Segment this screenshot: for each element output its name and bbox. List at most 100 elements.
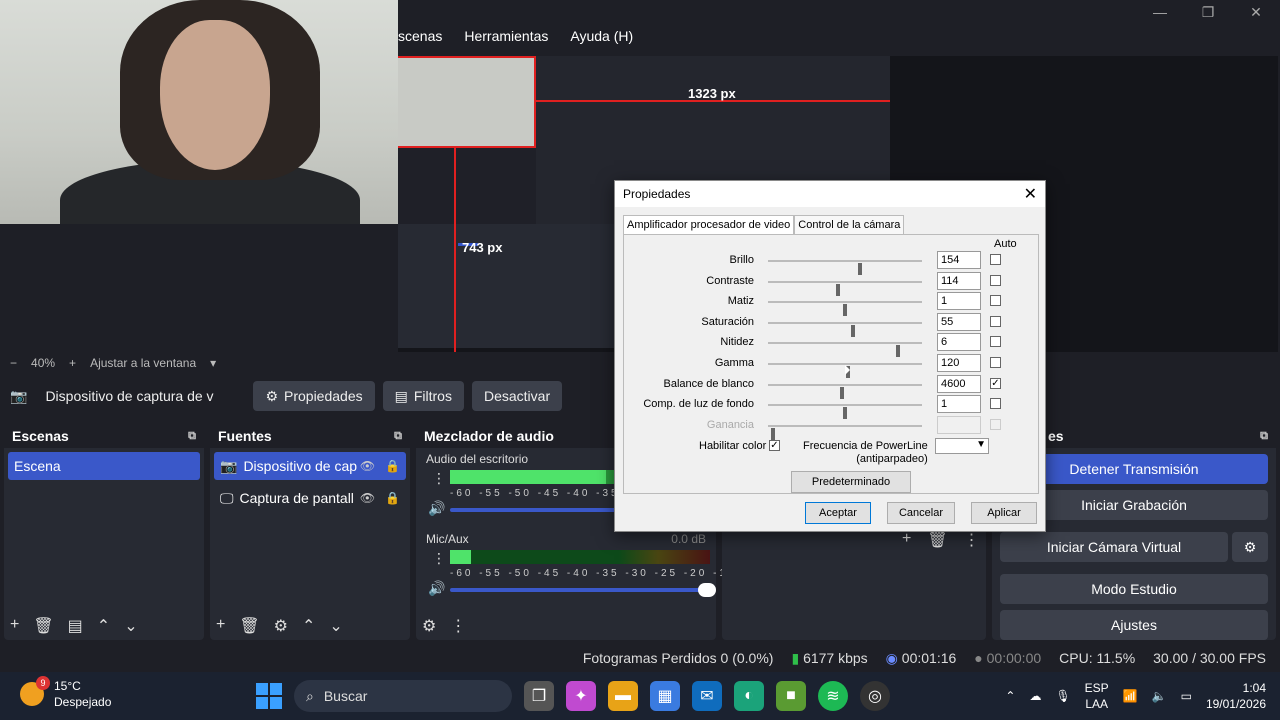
eye-icon[interactable]: 👁 bbox=[360, 491, 375, 505]
microphone-icon[interactable]: 🎙 bbox=[1055, 689, 1070, 703]
auto-checkbox[interactable] bbox=[990, 254, 1001, 265]
zoom-in-button[interactable]: + bbox=[69, 356, 76, 370]
volume-knob[interactable] bbox=[698, 583, 716, 597]
ok-button[interactable]: Aceptar bbox=[805, 502, 871, 524]
trash-icon[interactable]: 🗑 bbox=[33, 616, 53, 636]
chevron-down-icon[interactable]: ⌄ bbox=[329, 616, 342, 636]
minecraft-icon[interactable]: ■ bbox=[776, 681, 806, 711]
properties-button[interactable]: ⚙ Propiedades bbox=[253, 381, 375, 411]
start-virtual-cam-button[interactable]: Iniciar Cámara Virtual bbox=[1000, 532, 1228, 562]
chevron-up-icon[interactable]: ⌃ bbox=[97, 616, 110, 636]
studio-mode-button[interactable]: Modo Estudio bbox=[1000, 574, 1268, 604]
auto-checkbox[interactable] bbox=[990, 418, 1001, 430]
scene-item[interactable]: Escena bbox=[8, 452, 200, 480]
property-value[interactable]: 55 bbox=[937, 312, 981, 331]
property-value[interactable] bbox=[937, 415, 981, 434]
auto-checkbox[interactable] bbox=[990, 274, 1001, 286]
chevron-down-icon[interactable]: ▾ bbox=[210, 356, 216, 370]
auto-checkbox[interactable] bbox=[990, 315, 1001, 327]
speaker-icon[interactable]: 🔊 bbox=[428, 500, 445, 517]
minimize-button[interactable]: — bbox=[1136, 0, 1184, 24]
property-slider[interactable] bbox=[768, 404, 922, 420]
chevron-up-icon[interactable]: ⌃ bbox=[1005, 689, 1015, 703]
property-value[interactable]: 1 bbox=[937, 395, 981, 414]
lock-icon[interactable]: 🔒 bbox=[385, 459, 400, 473]
outlook-icon[interactable]: ✉ bbox=[692, 681, 722, 711]
property-slider[interactable] bbox=[768, 260, 922, 275]
property-slider[interactable] bbox=[768, 383, 922, 399]
chevron-down-icon[interactable]: ⌄ bbox=[124, 616, 137, 636]
task-view-icon[interactable]: ❐ bbox=[524, 681, 554, 711]
add-icon[interactable]: + bbox=[902, 530, 911, 550]
kebab-icon[interactable]: ⋮ bbox=[432, 470, 446, 487]
eye-icon[interactable]: 👁 bbox=[360, 459, 375, 473]
lock-icon[interactable]: 🔒 bbox=[385, 491, 400, 505]
property-value[interactable]: 120 bbox=[937, 354, 981, 372]
close-icon[interactable]: ✕ bbox=[1024, 184, 1037, 204]
kebab-icon[interactable]: ⋮ bbox=[432, 550, 446, 567]
gear-icon[interactable]: ⚙ bbox=[274, 616, 288, 636]
trash-icon[interactable]: 🗑 bbox=[239, 616, 259, 636]
enable-color-checkbox[interactable]: ✓ bbox=[769, 440, 780, 451]
add-icon[interactable]: + bbox=[216, 616, 225, 636]
volume-icon[interactable]: 🔈 bbox=[1152, 689, 1167, 703]
weather-widget[interactable]: 9 15°C Despejado bbox=[20, 676, 111, 710]
edge-icon[interactable]: ◐ bbox=[734, 681, 764, 711]
menu-help[interactable]: Ayuda (H) bbox=[570, 28, 633, 44]
property-value[interactable]: 4600 bbox=[937, 374, 981, 393]
folder-icon[interactable]: ▬ bbox=[608, 681, 638, 711]
property-value[interactable]: 1 bbox=[937, 292, 981, 311]
zoom-out-button[interactable]: − bbox=[10, 356, 17, 370]
obs-icon[interactable]: ◎ bbox=[860, 681, 890, 711]
apply-button[interactable]: Aplicar bbox=[971, 502, 1037, 524]
fit-window-option[interactable]: Ajustar a la ventana bbox=[90, 356, 196, 370]
auto-checkbox[interactable] bbox=[990, 357, 1001, 368]
close-window-button[interactable]: ✕ bbox=[1232, 0, 1280, 24]
speaker-icon[interactable]: 🔊 bbox=[428, 580, 445, 597]
copilot-icon[interactable]: ✦ bbox=[566, 681, 596, 711]
chevron-up-icon[interactable]: ⌃ bbox=[302, 616, 315, 636]
filter-icon[interactable]: ▤ bbox=[68, 616, 83, 636]
spotify-icon[interactable]: ≋ bbox=[818, 681, 848, 711]
menu-tools[interactable]: Herramientas bbox=[464, 28, 548, 44]
volume-slider[interactable] bbox=[450, 583, 716, 597]
cancel-button[interactable]: Cancelar bbox=[887, 502, 955, 524]
property-slider[interactable] bbox=[768, 301, 922, 317]
clock[interactable]: 1:04 19/01/2026 bbox=[1206, 680, 1266, 712]
auto-checkbox[interactable] bbox=[990, 398, 1001, 410]
undock-icon[interactable]: ⧉ bbox=[188, 430, 196, 443]
filters-button[interactable]: ▤ Filtros bbox=[382, 381, 464, 411]
property-value[interactable]: 114 bbox=[937, 271, 981, 290]
kebab-icon[interactable]: ⋮ bbox=[964, 530, 980, 550]
onedrive-icon[interactable]: ☁ bbox=[1029, 689, 1041, 703]
windows-start-icon[interactable] bbox=[256, 683, 282, 709]
property-slider[interactable] bbox=[768, 280, 922, 296]
property-slider[interactable] bbox=[768, 424, 922, 440]
property-slider[interactable] bbox=[768, 342, 922, 358]
battery-icon[interactable]: ▭ bbox=[1181, 689, 1192, 703]
powerline-select[interactable]: ▼ bbox=[935, 438, 989, 454]
taskbar-search[interactable]: ⌕ Buscar bbox=[294, 680, 512, 712]
settings-button[interactable]: Ajustes bbox=[1000, 610, 1268, 640]
auto-checkbox[interactable] bbox=[990, 336, 1001, 348]
undock-icon[interactable]: ⧉ bbox=[394, 430, 402, 443]
slider-thumb[interactable] bbox=[771, 427, 775, 440]
trash-icon[interactable]: 🗑 bbox=[927, 530, 947, 550]
deactivate-button[interactable]: Desactivar bbox=[471, 381, 563, 411]
source-item[interactable]: 🖵 Captura de pantall 👁 🔒 bbox=[214, 484, 406, 512]
store-icon[interactable]: ▦ bbox=[650, 681, 680, 711]
gear-icon[interactable]: ⚙ bbox=[422, 616, 436, 636]
language-indicator[interactable]: ESP LAA bbox=[1085, 680, 1109, 712]
wifi-icon[interactable]: 📶 bbox=[1123, 689, 1138, 703]
property-value[interactable]: 6 bbox=[937, 333, 981, 352]
source-item[interactable]: 📷 Dispositivo de cap 👁 🔒 bbox=[214, 452, 406, 480]
kebab-icon[interactable]: ⋮ bbox=[450, 616, 466, 636]
menu-scenes[interactable]: scenas bbox=[398, 28, 442, 44]
undock-icon[interactable]: ⧉ bbox=[1260, 430, 1268, 443]
tab-camera-control[interactable]: Control de la cámara bbox=[794, 215, 905, 234]
gear-icon[interactable]: ⚙ bbox=[1232, 532, 1268, 562]
tab-video-proc-amp[interactable]: Amplificador procesador de video bbox=[623, 215, 795, 234]
default-button[interactable]: Predeterminado bbox=[791, 471, 911, 493]
auto-checkbox[interactable] bbox=[990, 295, 1001, 307]
property-value[interactable]: 154 bbox=[937, 251, 981, 269]
